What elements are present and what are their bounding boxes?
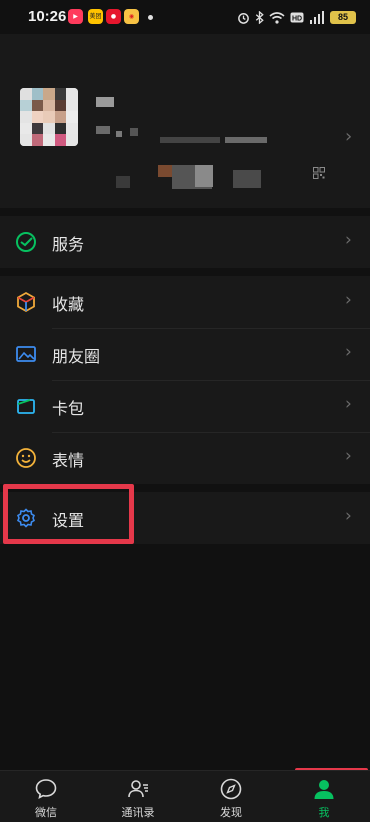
nickname-blurred: [96, 97, 114, 107]
status-bar: 10:26 ▶ 美团 ● ◉ HD 85: [0, 0, 370, 34]
contacts-icon: [128, 780, 148, 798]
menu-item-stickers[interactable]: 表情 ›: [0, 432, 370, 484]
features-section: 收藏 › 朋友圈 › 卡包 › 表情 ›: [0, 276, 370, 484]
menu-item-moments[interactable]: 朋友圈 ›: [0, 328, 370, 380]
chevron-right-icon: ›: [345, 506, 352, 526]
menu-item-services[interactable]: 服务 ›: [0, 216, 370, 268]
tab-contacts[interactable]: 通讯录: [100, 771, 176, 822]
tab-chats-label: 微信: [35, 806, 57, 819]
services-label: 服务: [52, 235, 85, 254]
compass-icon: [220, 778, 242, 800]
avatar[interactable]: [20, 88, 78, 146]
svg-text:HD: HD: [292, 15, 302, 22]
video-app-icon: ▶: [68, 9, 83, 24]
tab-chats[interactable]: 微信: [8, 771, 84, 822]
battery-indicator: 85: [330, 10, 356, 24]
chevron-right-icon: ›: [345, 446, 352, 466]
status-blurred-5: [233, 170, 261, 188]
profile-header[interactable]: ›: [0, 34, 370, 208]
qr-code-icon[interactable]: [313, 164, 325, 179]
tab-me-label: 我: [318, 806, 330, 819]
chevron-right-icon: ›: [345, 290, 352, 310]
bottom-tab-bar: 微信 通讯录 发现 我: [0, 770, 370, 822]
wechat-id-blurred-2: [116, 131, 122, 137]
wechat-id-blurred: [96, 126, 110, 134]
stickers-label: 表情: [52, 451, 85, 470]
status-time: 10:26: [28, 8, 67, 25]
signal-icon: [310, 10, 324, 24]
card-wallet-icon: [17, 399, 35, 414]
bluetooth-icon: [255, 10, 264, 24]
moments-label: 朋友圈: [52, 347, 101, 366]
chevron-right-icon: ›: [345, 230, 352, 250]
wifi-icon: [269, 11, 285, 24]
settings-highlight-box: [3, 484, 134, 544]
chevron-right-icon: ›: [345, 394, 352, 414]
hd-icon: HD: [290, 12, 304, 22]
status-blurred-1: [116, 176, 130, 188]
services-check-icon: [16, 232, 36, 252]
cards-label: 卡包: [52, 399, 85, 418]
tab-discover-label: 发现: [220, 806, 242, 819]
meituan-app-icon: 美团: [88, 9, 103, 24]
person-icon: [314, 780, 334, 799]
menu-item-cards[interactable]: 卡包 ›: [0, 380, 370, 432]
chevron-right-icon: ›: [345, 342, 352, 362]
wechat-id-blurred-3: [130, 128, 138, 136]
weibo-app-icon: ●: [106, 9, 121, 24]
favorites-cube-icon: [17, 291, 35, 313]
weibo-alt-app-icon: ◉: [124, 9, 139, 24]
tab-discover[interactable]: 发现: [193, 771, 269, 822]
menu-item-favorites[interactable]: 收藏 ›: [0, 276, 370, 328]
profile-chevron-icon[interactable]: ›: [345, 126, 352, 147]
tab-contacts-label: 通讯录: [121, 806, 155, 819]
services-section: 服务 ›: [0, 216, 370, 268]
chat-bubble-icon: [35, 779, 57, 799]
alarm-icon: [238, 12, 249, 24]
notification-dot: [148, 15, 153, 20]
wechat-id-blurred-4: [160, 137, 220, 143]
status-blurred-2: [158, 165, 172, 177]
favorites-label: 收藏: [52, 295, 85, 314]
moments-photo-icon: [16, 346, 36, 362]
status-blurred-4: [195, 165, 213, 187]
tab-me[interactable]: 我: [286, 771, 362, 822]
status-icons: HD 85: [237, 8, 356, 26]
wechat-id-blurred-5: [225, 137, 267, 143]
sticker-smile-icon: [16, 448, 36, 468]
